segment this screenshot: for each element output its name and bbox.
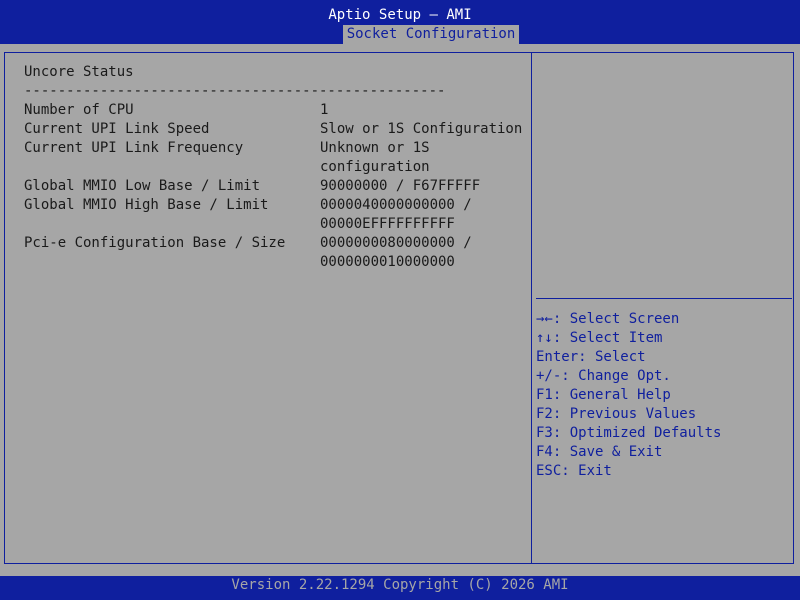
main-area: Uncore Status --------------------------…	[0, 44, 800, 576]
footer-bar: Version 2.22.1294 Copyright (C) 2026 AMI	[0, 576, 800, 600]
status-value-continued: 0000000010000000	[320, 254, 455, 270]
help-esc-exit: ESC: Exit	[536, 463, 612, 479]
help-optimized-defaults: F3: Optimized Defaults	[536, 425, 722, 441]
section-title: Uncore Status	[24, 64, 134, 80]
status-value-continued: configuration	[320, 159, 430, 175]
help-separator	[536, 298, 792, 299]
panel-divider	[531, 52, 532, 564]
status-label: Pci-e Configuration Base / Size	[24, 235, 286, 251]
app-title: Aptio Setup – AMI	[328, 7, 472, 23]
status-value: 90000000 / F67FFFFF	[320, 178, 481, 194]
status-label: Global MMIO Low Base / Limit	[24, 178, 261, 194]
status-label: Global MMIO High Base / Limit	[24, 197, 269, 213]
status-value: Slow or 1S Configuration	[320, 121, 523, 137]
help-select-screen: →←: Select Screen	[536, 311, 680, 327]
status-label: Current UPI Link Speed	[24, 121, 210, 137]
help-general-help: F1: General Help	[536, 387, 671, 403]
help-save-exit: F4: Save & Exit	[536, 444, 663, 460]
help-select-item: ↑↓: Select Item	[536, 330, 663, 346]
status-label: Number of CPU	[24, 102, 134, 118]
tab-socket-configuration[interactable]: Socket Configuration	[343, 25, 519, 44]
status-value-continued: 00000EFFFFFFFFFF	[320, 216, 455, 232]
status-label: Current UPI Link Frequency	[24, 140, 244, 156]
help-change-opt: +/-: Change Opt.	[536, 368, 671, 384]
status-value: Unknown or 1S	[320, 140, 430, 156]
status-value: 1	[320, 102, 329, 118]
status-value: 0000040000000000 /	[320, 197, 472, 213]
header-bar: Aptio Setup – AMI Socket Configuration	[0, 0, 800, 44]
section-separator: ----------------------------------------…	[24, 83, 446, 99]
help-enter-select: Enter: Select	[536, 349, 646, 365]
status-value: 0000000080000000 /	[320, 235, 472, 251]
version-copyright: Version 2.22.1294 Copyright (C) 2026 AMI	[231, 577, 569, 593]
help-previous-values: F2: Previous Values	[536, 406, 697, 422]
